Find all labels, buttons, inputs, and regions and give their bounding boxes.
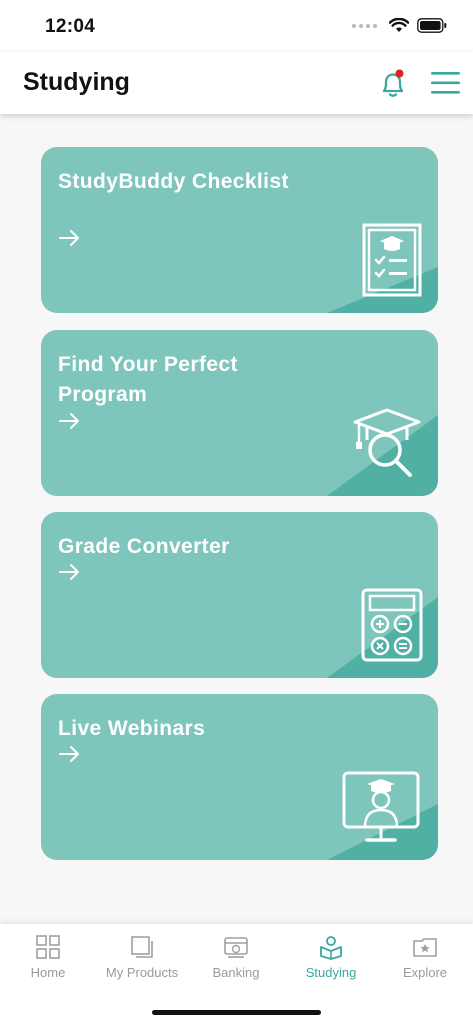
nav-banking[interactable]: Banking [189,934,283,984]
signal-icon [352,23,377,28]
card-title: Live Webinars [58,717,206,740]
status-bar: 12:04 [0,0,473,52]
card-title: Find Your Perfect Program [58,353,238,406]
battery-icon [417,18,447,33]
notifications-button[interactable] [378,68,408,100]
status-indicators [352,18,447,33]
bottom-navigation: Home My Products Banking Studying Explor… [0,924,473,1024]
nav-label: Studying [305,965,357,980]
hamburger-menu-icon [431,72,460,94]
webinar-icon [342,771,420,842]
menu-button[interactable] [430,70,462,96]
arrow-right-icon [59,564,79,580]
nav-label: Explore [402,965,448,980]
card-studybuddy-checklist[interactable]: StudyBuddy Checklist [41,147,438,313]
card-live-webinars[interactable]: Live Webinars [41,694,438,860]
home-indicator[interactable] [152,1010,321,1015]
nav-my-products[interactable]: My Products [95,934,189,984]
card-title: StudyBuddy Checklist [58,170,289,193]
wifi-icon [389,18,409,32]
home-grid-icon [36,935,60,959]
card-find-your-perfect-program[interactable]: Find Your Perfect Program [41,330,438,496]
nav-label: My Products [105,965,179,980]
card-grade-converter[interactable]: Grade Converter [41,512,438,678]
nav-studying[interactable]: Studying [284,934,378,984]
bell-icon [382,69,404,97]
app-header: Studying [0,52,473,114]
nav-home[interactable]: Home [1,934,95,984]
graduate-search-icon [353,408,421,477]
nav-explore[interactable]: Explore [378,934,472,984]
study-book-icon [320,936,342,960]
nav-label: Banking [212,965,260,980]
calculator-icon [361,588,423,662]
arrow-right-icon [59,413,79,429]
arrow-right-icon [59,746,79,762]
explore-folder-icon [413,938,437,957]
checklist-icon [362,223,422,297]
status-time: 12:04 [45,16,96,37]
products-icon [131,936,153,958]
bank-icon [224,937,248,958]
card-title: Grade Converter [58,535,230,558]
nav-label: Home [30,965,66,980]
arrow-right-icon [59,230,79,246]
page-title: Studying [23,68,130,96]
notification-dot [395,69,404,78]
